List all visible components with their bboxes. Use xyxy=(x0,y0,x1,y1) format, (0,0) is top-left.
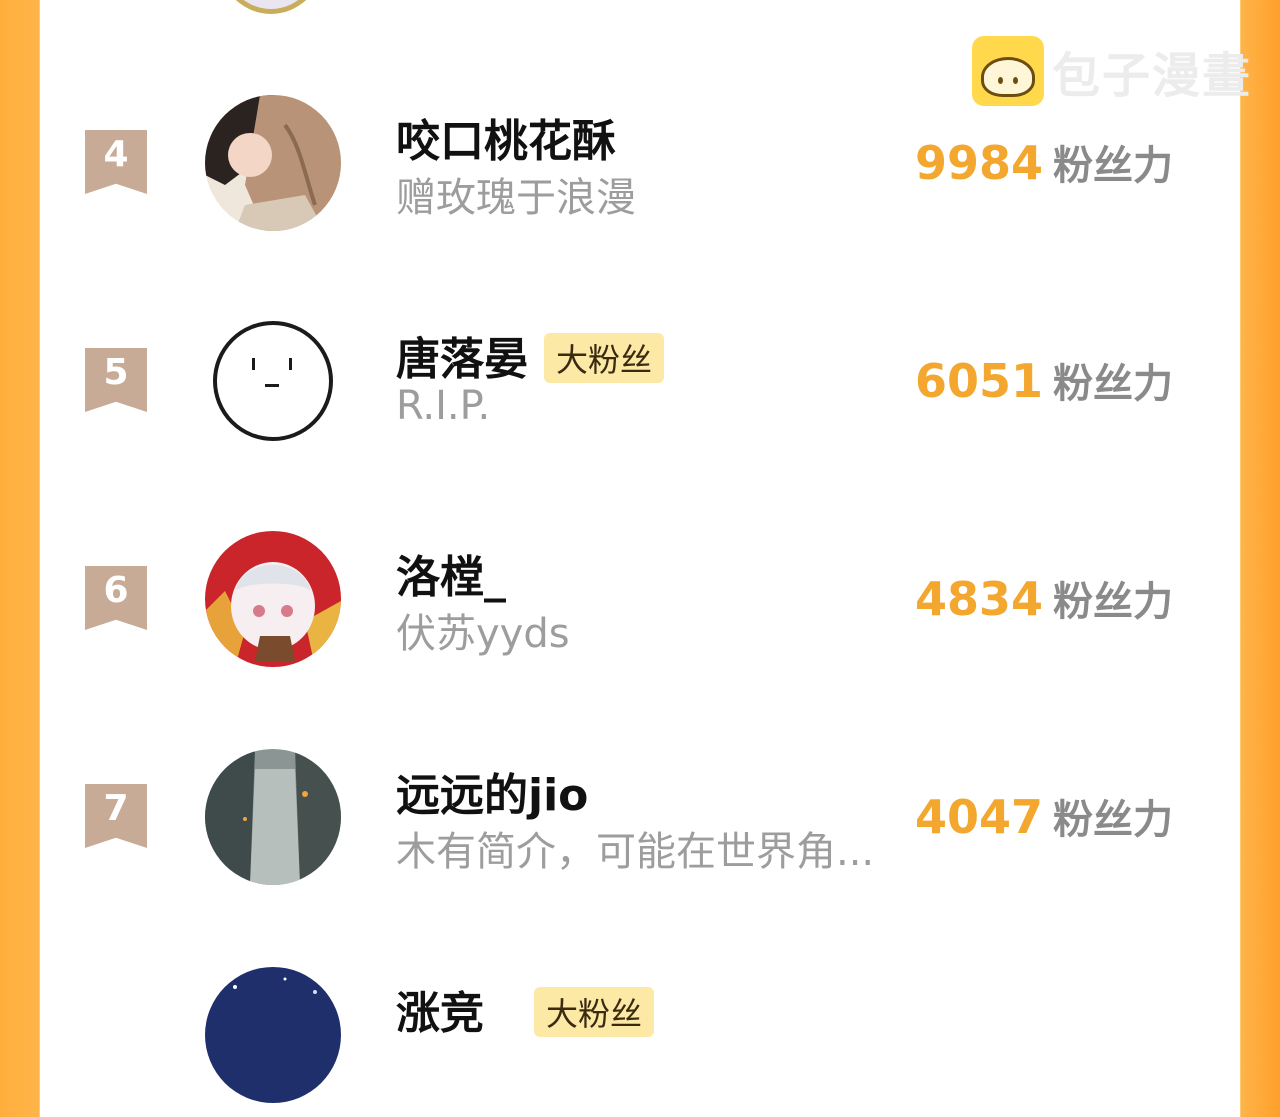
rank-ribbon: 5 xyxy=(85,348,147,412)
user-bio: R.I.P. xyxy=(396,383,491,429)
ranking-row[interactable]: 5 唐落晏 大粉丝 R.I.P. 6051 粉丝力 xyxy=(0,313,1280,463)
avatar[interactable] xyxy=(205,749,341,885)
fan-score-label: 粉丝力 xyxy=(1053,143,1174,189)
avatar[interactable] xyxy=(205,95,341,231)
avatar[interactable] xyxy=(205,531,341,667)
user-name[interactable]: 咬口桃花酥 xyxy=(396,105,616,169)
fan-score: 4047 粉丝力 xyxy=(915,787,1173,845)
fan-score: 6051 粉丝力 xyxy=(915,351,1173,409)
user-name[interactable]: 远远的jio xyxy=(396,759,588,823)
user-name[interactable]: 唐落晏 大粉丝 xyxy=(396,323,665,387)
user-name-text: 唐落晏 xyxy=(396,334,528,385)
ranking-row[interactable]: 涨竞 大粉丝 xyxy=(0,967,1280,1117)
avatar[interactable] xyxy=(205,967,341,1103)
fan-score: 9984 粉丝力 xyxy=(915,133,1173,191)
ranking-row[interactable]: 4 咬口桃花酥 赠玫瑰于浪漫 9984 粉丝力 xyxy=(0,95,1280,245)
user-bio: 伏苏yyds xyxy=(396,611,570,657)
rank-ribbon: 4 xyxy=(85,130,147,194)
fan-score-label: 粉丝力 xyxy=(1053,361,1174,407)
rank-ribbon: 6 xyxy=(85,566,147,630)
user-name[interactable]: 涨竞 大粉丝 xyxy=(396,977,655,1041)
fan-score-value: 4834 xyxy=(915,572,1044,626)
avatar[interactable] xyxy=(205,313,341,449)
big-fan-badge: 大粉丝 xyxy=(544,333,665,383)
rank-ribbon: 7 xyxy=(85,784,147,848)
user-name-text: 涨竞 xyxy=(396,988,484,1039)
fan-score-value: 9984 xyxy=(915,136,1044,190)
user-bio: 木有简介，可能在世界角... xyxy=(396,829,875,875)
ranking-row[interactable]: 7 远远的jio 木有简介，可能在世界角... 4047 粉丝力 xyxy=(0,749,1280,899)
fan-score: 4834 粉丝力 xyxy=(915,569,1173,627)
fan-score-value: 6051 xyxy=(915,354,1044,408)
ranking-row[interactable]: 6 洛樘_ 伏苏yyds 4834 粉丝力 xyxy=(0,531,1280,681)
fan-score-value: 4047 xyxy=(915,790,1044,844)
user-name[interactable]: 洛樘_ xyxy=(396,541,506,605)
fan-score-label: 粉丝力 xyxy=(1053,797,1174,843)
big-fan-badge: 大粉丝 xyxy=(534,987,655,1037)
user-bio: 赠玫瑰于浪漫 xyxy=(396,175,636,221)
fan-score-label: 粉丝力 xyxy=(1053,579,1174,625)
